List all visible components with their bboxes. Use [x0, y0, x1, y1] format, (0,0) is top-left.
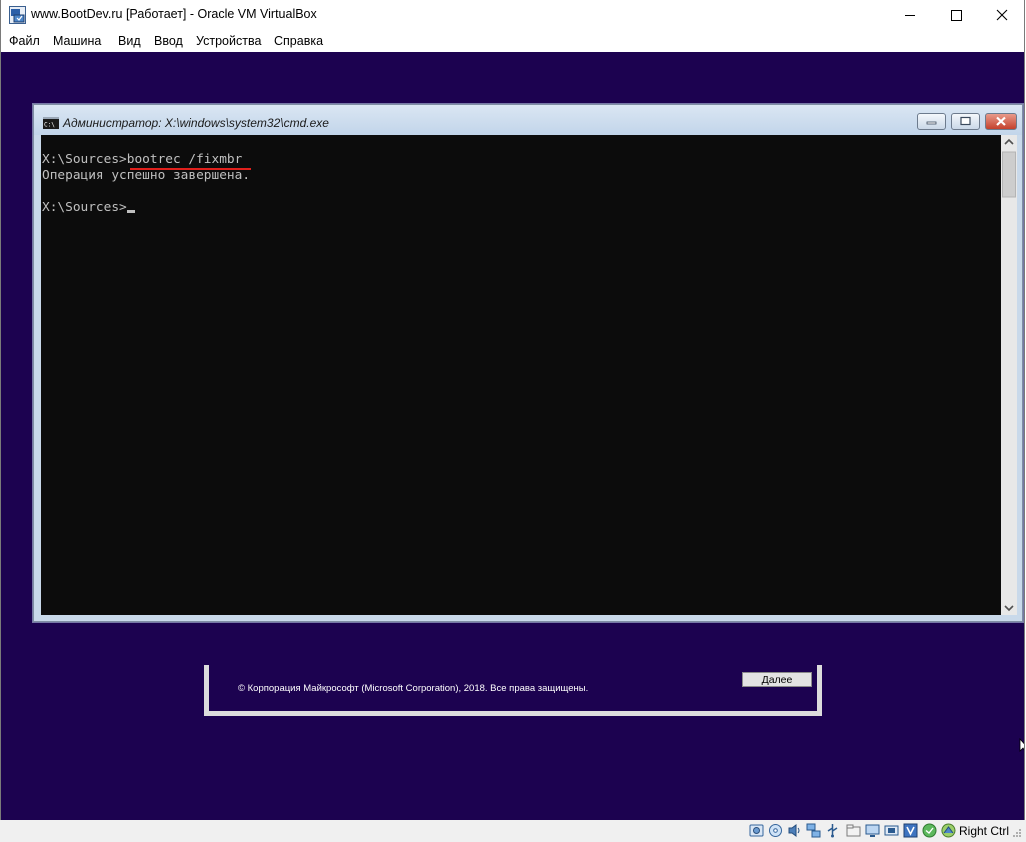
menu-file[interactable]: Файл — [9, 34, 40, 48]
maximize-icon — [951, 10, 962, 21]
menu-help[interactable]: Справка — [274, 34, 323, 48]
menu-bar: Файл Машина Вид Ввод Устройства Справка — [0, 30, 1026, 52]
next-button[interactable]: Далее — [742, 672, 812, 687]
window-border-right — [1024, 0, 1025, 842]
host-key-label: Right Ctrl — [959, 824, 1010, 838]
setup-dialog: © Корпорация Майкрософт (Microsoft Corpo… — [204, 665, 822, 716]
menu-machine[interactable]: Машина — [53, 34, 101, 48]
close-button[interactable] — [979, 0, 1025, 30]
menu-devices[interactable]: Устройства — [196, 34, 261, 48]
vm-display[interactable]: © Корпорация Майкрософт (Microsoft Corpo… — [1, 52, 1024, 820]
optical-drive-icon[interactable] — [768, 823, 783, 838]
svg-text:C:\: C:\ — [44, 122, 55, 129]
maximize-icon — [960, 116, 971, 126]
close-icon — [996, 9, 1008, 21]
virtualization-icon[interactable] — [903, 823, 918, 838]
video-capture-icon[interactable] — [884, 823, 899, 838]
virtualbox-icon — [9, 6, 26, 24]
prompt: X:\Sources> — [42, 152, 127, 167]
cmd-icon: C:\ — [43, 117, 59, 129]
minimize-button[interactable] — [887, 0, 933, 30]
usb-icon[interactable] — [825, 823, 840, 838]
display-icon[interactable] — [865, 823, 880, 838]
console-line-2: Операция успешно завершена. — [42, 168, 251, 183]
close-icon — [996, 116, 1006, 126]
menu-view[interactable]: Вид — [118, 34, 141, 48]
hard-disk-icon[interactable] — [749, 823, 764, 838]
cmd-window[interactable]: C:\ Администратор: X:\windows\system32\c… — [33, 104, 1023, 622]
cmd-close-button[interactable] — [985, 113, 1017, 130]
audio-icon[interactable] — [787, 823, 802, 838]
keyboard-icon[interactable] — [941, 823, 956, 838]
console-line-3: X:\Sources> — [42, 200, 135, 216]
title-bar: www.BootDev.ru [Работает] - Oracle VM Vi… — [0, 0, 1026, 30]
cmd-maximize-button[interactable] — [951, 113, 980, 130]
shared-folders-icon[interactable] — [846, 823, 861, 838]
cmd-title: Администратор: X:\windows\system32\cmd.e… — [63, 116, 329, 130]
scrollbar-graphics — [1002, 138, 1016, 612]
setup-dialog-body: © Корпорация Майкрософт (Microsoft Corpo… — [209, 665, 817, 711]
mouse-pointer-icon — [1019, 738, 1024, 752]
cmd-title-bar[interactable]: C:\ Администратор: X:\windows\system32\c… — [34, 105, 1022, 135]
console-line-1: X:\Sources>bootrec /fixmbr — [42, 152, 242, 168]
vertical-scrollbar[interactable] — [1001, 135, 1017, 615]
prompt: X:\Sources> — [42, 200, 127, 215]
minimize-icon — [905, 15, 915, 16]
minimize-icon — [926, 121, 937, 125]
window-title: www.BootDev.ru [Работает] - Oracle VM Vi… — [31, 7, 317, 21]
command-text: bootrec /fixmbr — [126, 152, 243, 167]
menu-input[interactable]: Ввод — [154, 34, 183, 48]
mouse-integration-icon[interactable] — [922, 823, 937, 838]
maximize-button[interactable] — [933, 0, 979, 30]
cmd-minimize-button[interactable] — [917, 113, 946, 130]
copyright-text: © Корпорация Майкрософт (Microsoft Corpo… — [238, 683, 589, 694]
resize-grip-icon[interactable] — [1012, 828, 1022, 838]
network-icon[interactable] — [806, 823, 821, 838]
console-area[interactable]: X:\Sources>bootrec /fixmbr Операция успе… — [41, 135, 1001, 615]
text-cursor — [126, 210, 135, 213]
